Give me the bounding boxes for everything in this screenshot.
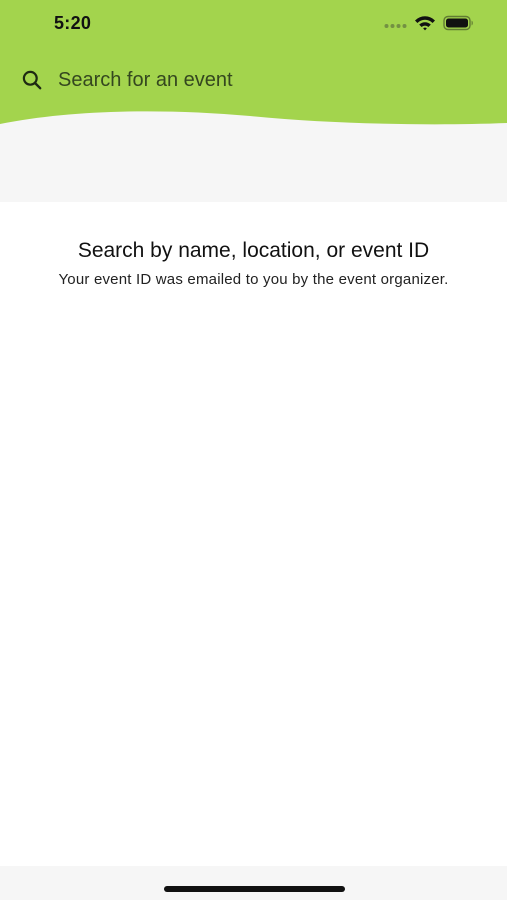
status-bar: 5:20 bbox=[0, 0, 507, 48]
header: 5:20 bbox=[0, 0, 507, 130]
app-screen: 5:20 Search for an event Search by name,… bbox=[0, 0, 507, 900]
empty-state: Search by name, location, or event ID Yo… bbox=[40, 238, 467, 290]
search-icon bbox=[22, 70, 42, 90]
empty-state-subtitle: Your event ID was emailed to you by the … bbox=[58, 271, 449, 288]
battery-icon bbox=[443, 15, 473, 31]
cellular-signal-icon bbox=[384, 24, 407, 28]
empty-state-title: Search by name, location, or event ID bbox=[77, 239, 430, 262]
search-bar[interactable] bbox=[0, 56, 507, 104]
status-time: 5:20 bbox=[54, 13, 92, 33]
home-indicator[interactable] bbox=[164, 886, 345, 892]
bottom-safe-area bbox=[0, 866, 507, 900]
search-input[interactable] bbox=[58, 64, 478, 96]
wifi-icon bbox=[415, 16, 435, 31]
